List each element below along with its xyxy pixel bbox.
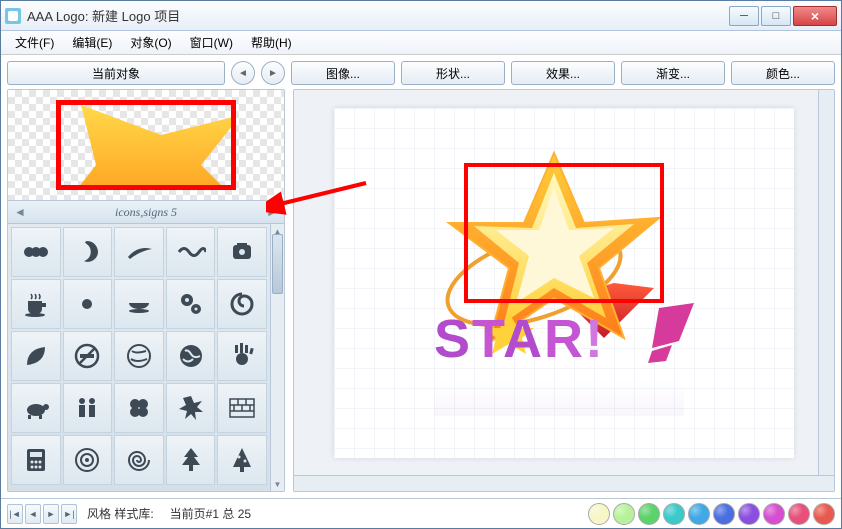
icon-brickwall[interactable] (217, 383, 267, 433)
scroll-down-icon[interactable]: ▼ (271, 477, 284, 491)
prev-object-button[interactable]: ◄ (231, 61, 255, 85)
preview-star-shape (56, 100, 236, 190)
menu-help[interactable]: 帮助(H) (243, 32, 300, 53)
color-swatch-8[interactable] (788, 503, 810, 525)
main-area: ◄ icons,signs 5 ► (7, 89, 835, 492)
nav-first-button[interactable]: |◄ (7, 504, 23, 524)
canvas[interactable]: STAR! (334, 108, 794, 458)
menu-edit[interactable]: 编辑(E) (64, 32, 120, 53)
minimize-button[interactable]: ─ (729, 6, 759, 26)
icon-bowl[interactable] (114, 279, 164, 329)
canvas-vscrollbar[interactable] (818, 90, 834, 475)
category-next-icon[interactable]: ► (264, 205, 280, 219)
icon-people[interactable] (63, 383, 113, 433)
menu-window[interactable]: 窗口(W) (182, 32, 241, 53)
scroll-thumb[interactable] (272, 234, 283, 294)
logo-text[interactable]: STAR! (434, 308, 605, 370)
icon-globe1[interactable] (114, 331, 164, 381)
icon-dot[interactable] (63, 279, 113, 329)
shape-button[interactable]: 形状... (401, 61, 505, 85)
icon-gears[interactable] (166, 279, 216, 329)
category-bar: ◄ icons,signs 5 ► (8, 200, 284, 224)
icon-clover[interactable] (114, 383, 164, 433)
left-panel: ◄ icons,signs 5 ► (7, 89, 285, 492)
icon-splat[interactable] (166, 383, 216, 433)
logo-exclaim-shape[interactable] (644, 303, 704, 363)
nav-last-button[interactable]: ►| (61, 504, 77, 524)
object-preview (8, 90, 284, 200)
effect-button[interactable]: 效果... (511, 61, 615, 85)
app-icon (5, 8, 21, 24)
logo-reflection (434, 380, 684, 416)
color-swatch-5[interactable] (713, 503, 735, 525)
window-title: AAA Logo: 新建 Logo 项目 (27, 6, 729, 25)
icon-hand[interactable] (217, 331, 267, 381)
icon-leaf[interactable] (11, 331, 61, 381)
color-palette (588, 503, 835, 525)
gradient-button[interactable]: 渐变... (621, 61, 725, 85)
canvas-panel: STAR! (293, 89, 835, 492)
icon-swirl[interactable] (217, 279, 267, 329)
icon-tree1[interactable] (166, 435, 216, 485)
canvas-selection-box[interactable] (464, 163, 664, 303)
icon-faces[interactable] (11, 227, 61, 277)
preview-selection-box (56, 100, 236, 190)
close-button[interactable]: × (793, 6, 837, 26)
status-label: 风格 样式库: (87, 505, 154, 522)
icon-spiral[interactable] (114, 435, 164, 485)
canvas-hscrollbar[interactable] (294, 475, 834, 491)
color-button[interactable]: 颜色... (731, 61, 835, 85)
color-swatch-1[interactable] (613, 503, 635, 525)
color-swatch-6[interactable] (738, 503, 760, 525)
icon-swoosh[interactable] (114, 227, 164, 277)
icon-grid (8, 224, 270, 491)
menu-object[interactable]: 对象(O) (122, 32, 179, 53)
color-swatch-9[interactable] (813, 503, 835, 525)
category-label: icons,signs 5 (28, 205, 264, 220)
menubar: 文件(F) 编辑(E) 对象(O) 窗口(W) 帮助(H) (1, 31, 841, 55)
color-swatch-3[interactable] (663, 503, 685, 525)
status-bar: |◄ ◄ ► ►| 风格 样式库: 当前页#1 总 25 (1, 498, 841, 528)
icon-globe2[interactable] (166, 331, 216, 381)
status-page: 当前页#1 总 25 (170, 505, 251, 522)
image-button[interactable]: 图像... (291, 61, 395, 85)
current-object-button[interactable]: 当前对象 (7, 61, 225, 85)
color-swatch-4[interactable] (688, 503, 710, 525)
category-prev-icon[interactable]: ◄ (12, 205, 28, 219)
color-swatch-7[interactable] (763, 503, 785, 525)
icon-tree2[interactable] (217, 435, 267, 485)
menu-file[interactable]: 文件(F) (7, 32, 62, 53)
app-window: AAA Logo: 新建 Logo 项目 ─ □ × 文件(F) 编辑(E) 对… (0, 0, 842, 529)
nav-prev-button[interactable]: ◄ (25, 504, 41, 524)
icon-cup[interactable] (11, 279, 61, 329)
icon-nosmoking[interactable] (63, 331, 113, 381)
titlebar: AAA Logo: 新建 Logo 项目 ─ □ × (1, 1, 841, 31)
content-area: 当前对象 ◄ ► 图像... 形状... 效果... 渐变... 颜色... (1, 55, 841, 498)
icon-phone[interactable] (217, 227, 267, 277)
icon-wave[interactable] (166, 227, 216, 277)
icon-calculator[interactable] (11, 435, 61, 485)
canvas-viewport[interactable]: STAR! (294, 90, 834, 475)
icon-grid-scrollbar[interactable]: ▲ ▼ (270, 224, 284, 491)
maximize-button[interactable]: □ (761, 6, 791, 26)
icon-turtle[interactable] (11, 383, 61, 433)
nav-next-button[interactable]: ► (43, 504, 59, 524)
color-swatch-0[interactable] (588, 503, 610, 525)
toolbar: 当前对象 ◄ ► 图像... 形状... 效果... 渐变... 颜色... (7, 61, 835, 85)
next-object-button[interactable]: ► (261, 61, 285, 85)
icon-target[interactable] (63, 435, 113, 485)
icon-oval[interactable] (63, 227, 113, 277)
color-swatch-2[interactable] (638, 503, 660, 525)
